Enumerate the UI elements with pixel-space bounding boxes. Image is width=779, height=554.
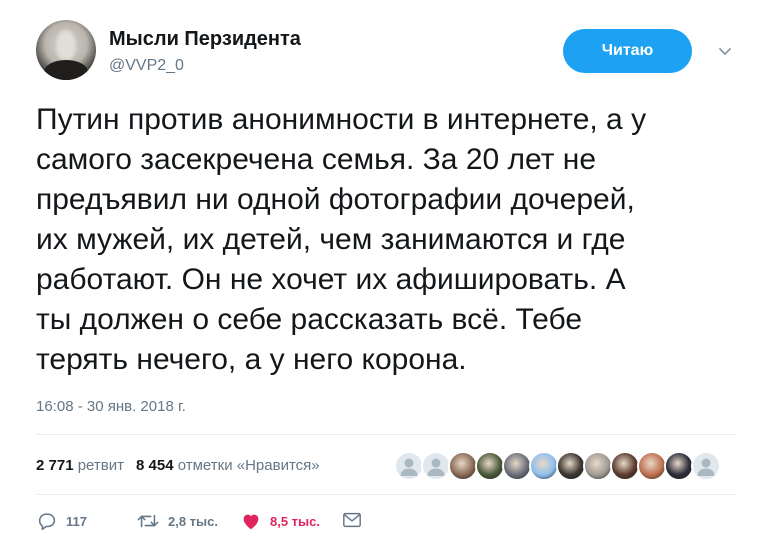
author-handle[interactable]: @VVP2_0 [109,57,184,75]
liker-user-avatar[interactable] [664,451,694,481]
retweet-button[interactable]: 2,8 тыс. [136,510,218,532]
avatar-shoulders [44,60,88,80]
direct-message-button[interactable] [342,510,362,530]
likes-count[interactable]: 8 454 [136,457,174,474]
like-count: 8,5 тыс. [270,513,320,529]
engagement-stats: 2 771 ретвит 8 454 отметки «Нравится» [36,457,320,474]
liker-user-avatar[interactable] [448,451,478,481]
liker-user-avatar[interactable] [637,451,667,481]
liker-default-avatar[interactable] [691,451,721,481]
reply-count: 117 [66,513,87,529]
retweet-icon [137,514,159,528]
heart-icon [243,514,259,530]
author-name[interactable]: Мысли Перзидента [109,28,301,51]
liker-user-avatar[interactable] [583,451,613,481]
envelope-icon [343,512,361,528]
like-button[interactable]: 8,5 тыс. [240,510,320,532]
liker-default-avatar[interactable] [394,451,424,481]
reply-button[interactable]: 117 [36,510,87,532]
reply-icon [38,513,56,531]
tweet-timestamp[interactable]: 16:08 - 30 янв. 2018 г. [36,398,186,415]
divider-bottom [36,494,736,495]
divider-top [36,434,736,435]
liker-user-avatar[interactable] [475,451,505,481]
chevron-down-icon[interactable] [716,42,734,60]
author-avatar[interactable] [36,20,96,80]
liker-user-avatar[interactable] [556,451,586,481]
liker-user-avatar[interactable] [610,451,640,481]
tweet-text: Путин против анонимности в интернете, а … [36,103,647,376]
likes-label[interactable]: отметки «Нравится» [178,457,320,474]
retweets-label[interactable]: ретвит [78,457,124,474]
liker-default-avatar[interactable] [421,451,451,481]
retweet-count: 2,8 тыс. [168,513,218,529]
liker-user-avatar[interactable] [502,451,532,481]
avatar-face [54,28,78,62]
retweets-count[interactable]: 2 771 [36,457,74,474]
liker-user-avatar[interactable] [529,451,559,481]
follow-button[interactable]: Читаю [563,29,692,73]
